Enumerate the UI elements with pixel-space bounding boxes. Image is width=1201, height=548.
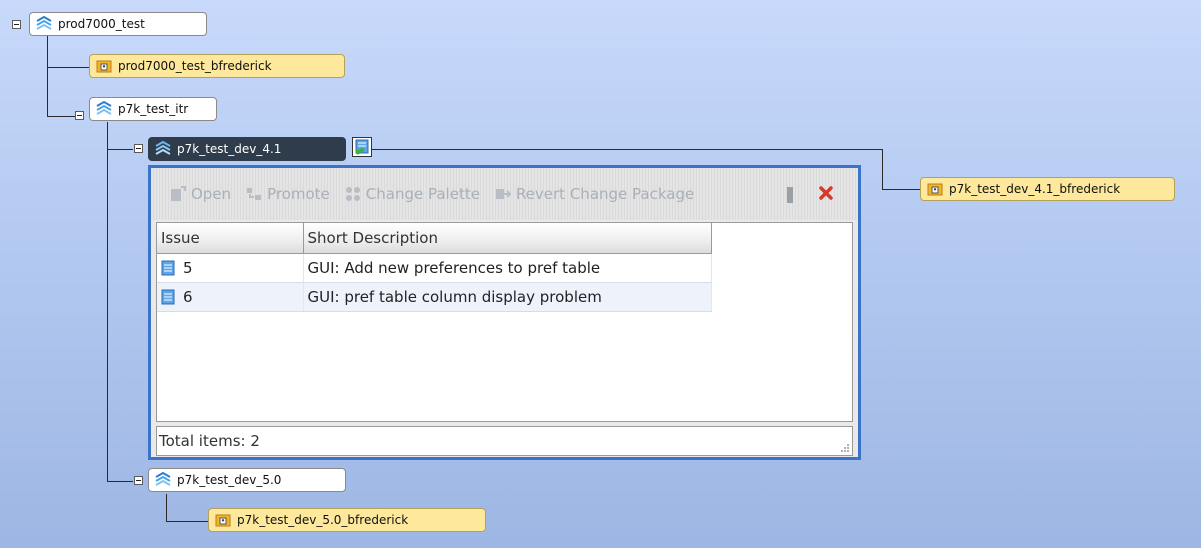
open-button[interactable]: Open	[169, 185, 231, 203]
tree-connector	[47, 36, 48, 116]
change-palette-button[interactable]: Change Palette	[344, 185, 480, 203]
stream-node-p7k_test_itr[interactable]: p7k_test_itr	[89, 97, 217, 121]
tree-connector	[882, 149, 883, 189]
stream-node-p7k_test_dev_5.0[interactable]: p7k_test_dev_5.0	[148, 468, 346, 492]
tree-connector	[372, 149, 882, 150]
node-label: p7k_test_dev_5.0	[177, 473, 282, 487]
tree-connector	[107, 481, 133, 482]
stream-icon	[36, 16, 52, 30]
revert-label: Revert Change Package	[515, 185, 695, 203]
description-cell: GUI: Add new preferences to pref table	[303, 253, 712, 283]
node-label: p7k_test_dev_4.1	[177, 142, 282, 156]
column-header-short-description[interactable]: Short Description	[303, 223, 712, 254]
tree-connector	[166, 494, 167, 521]
column-header-issue[interactable]: Issue	[157, 223, 304, 254]
revert-icon	[495, 189, 512, 199]
collapse-toggle-p7k_test_itr[interactable]	[75, 111, 84, 120]
table-row[interactable]: 6 GUI: pref table column display problem	[157, 282, 712, 312]
total-items-label: Total items: 2	[159, 432, 260, 450]
stream-icon	[155, 141, 171, 155]
stream-node-prod7000_test[interactable]: prod7000_test	[29, 12, 207, 36]
issue-number: 6	[183, 287, 193, 306]
issue-number: 5	[183, 258, 193, 277]
revert-change-package-button[interactable]: Revert Change Package	[494, 185, 694, 203]
change-package-glyph	[355, 139, 369, 155]
issue-cell: 6	[157, 282, 304, 312]
promote-button[interactable]: Promote	[245, 185, 330, 203]
node-label: p7k_test_dev_4.1_bfrederick	[949, 182, 1121, 196]
issues-table: Issue Short Description 5 GUI: Add new p…	[157, 223, 712, 312]
node-label: prod7000_test	[58, 17, 145, 31]
sandbox-node-p7k_test_dev_4.1_bfrederick[interactable]: p7k_test_dev_4.1_bfrederick	[920, 177, 1175, 201]
issue-cell: 5	[157, 253, 304, 283]
change-package-popup: Open Promote Change Palette Revert Chang…	[148, 165, 861, 460]
issue-icon	[161, 260, 175, 275]
status-footer: Total items: 2	[156, 426, 853, 456]
tree-connector	[107, 149, 133, 150]
tree-connector	[47, 67, 89, 68]
sandbox-folder-icon	[927, 183, 943, 196]
stream-icon	[96, 101, 112, 115]
table-row[interactable]: 5 GUI: Add new preferences to pref table	[157, 253, 712, 283]
node-label: p7k_test_itr	[118, 102, 189, 116]
popup-toolbar: Open Promote Change Palette Revert Chang…	[151, 168, 858, 220]
node-label: p7k_test_dev_5.0_bfrederick	[237, 513, 409, 527]
collapse-toggle-prod7000_test[interactable]	[12, 20, 21, 29]
open-label: Open	[191, 185, 232, 203]
toolbar-overflow-icon[interactable]	[787, 187, 793, 203]
promote-label: Promote	[267, 185, 330, 203]
sandbox-folder-icon	[215, 514, 231, 527]
description-cell: GUI: pref table column display problem	[303, 282, 712, 312]
stream-icon	[155, 472, 171, 486]
resize-grip-icon[interactable]	[840, 443, 850, 453]
tree-connector	[166, 521, 208, 522]
change-package-icon[interactable]	[352, 137, 372, 157]
tree-connector	[107, 122, 108, 481]
sandbox-node-p7k_test_dev_5.0_bfrederick[interactable]: p7k_test_dev_5.0_bfrederick	[208, 508, 486, 532]
collapse-toggle-p7k_test_dev_5.0[interactable]	[134, 476, 143, 485]
open-icon	[171, 186, 186, 201]
promote-icon	[247, 188, 262, 200]
palette-icon	[345, 187, 360, 201]
tree-connector	[47, 116, 75, 117]
change-package-table: Issue Short Description 5 GUI: Add new p…	[156, 222, 853, 422]
tree-connector	[882, 189, 920, 190]
sandbox-node-prod7000_test_bfrederick[interactable]: prod7000_test_bfrederick	[89, 54, 345, 78]
sandbox-folder-icon	[96, 60, 112, 73]
collapse-toggle-p7k_test_dev_4.1[interactable]	[134, 144, 143, 153]
stream-node-p7k_test_dev_4.1[interactable]: p7k_test_dev_4.1	[148, 137, 346, 161]
issue-icon	[161, 289, 175, 304]
close-icon[interactable]	[816, 183, 836, 203]
change-palette-label: Change Palette	[365, 185, 480, 203]
node-label: prod7000_test_bfrederick	[118, 59, 272, 73]
